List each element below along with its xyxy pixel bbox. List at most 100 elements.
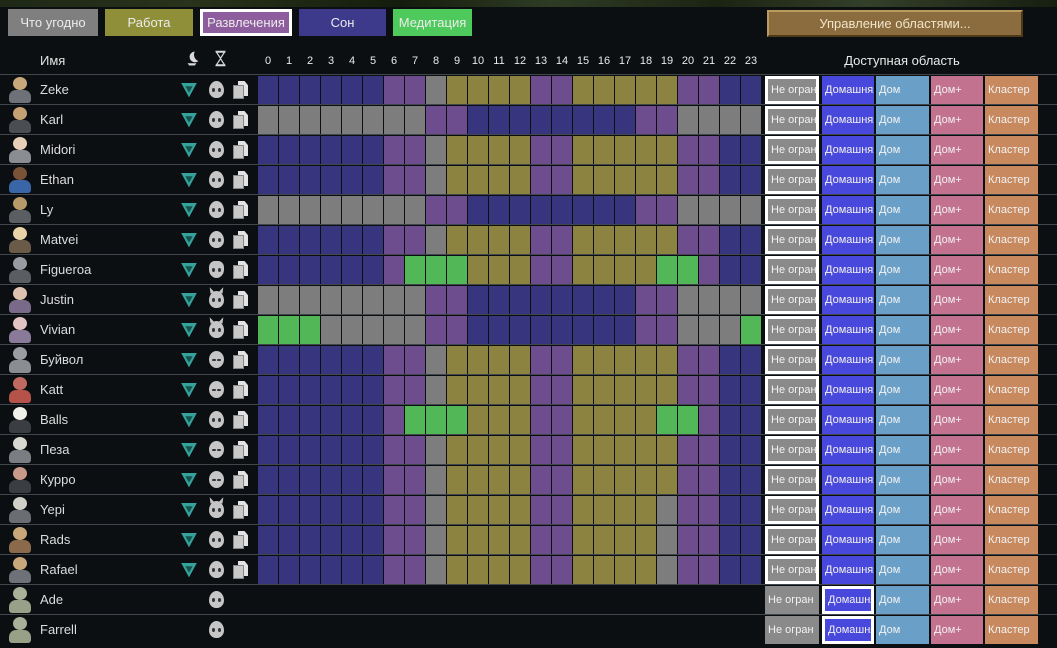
schedule-cell-19[interactable] (657, 556, 677, 584)
colonist-name[interactable]: Balls (40, 412, 68, 427)
schedule-cell-16[interactable] (594, 526, 614, 554)
schedule-cell-5[interactable] (363, 136, 383, 164)
schedule-cell-9[interactable] (447, 466, 467, 494)
schedule-cell-13[interactable] (531, 286, 551, 314)
schedule-cell-9[interactable] (447, 256, 467, 284)
schedule-cell-12[interactable] (510, 136, 530, 164)
schedule-cell-8[interactable] (426, 196, 446, 224)
schedule-cell-17[interactable] (615, 436, 635, 464)
schedule-cell-23[interactable] (741, 106, 761, 134)
schedule-cell-10[interactable] (468, 436, 488, 464)
schedule-cell-20[interactable] (678, 316, 698, 344)
schedule-cell-18[interactable] (636, 286, 656, 314)
copy-schedule-button[interactable] (233, 201, 248, 219)
schedule-cell-19[interactable] (657, 286, 677, 314)
schedule-cell-15[interactable] (573, 196, 593, 224)
schedule-cell-21[interactable] (699, 226, 719, 254)
schedule-cell-20[interactable] (678, 76, 698, 104)
schedule-cell-8[interactable] (426, 466, 446, 494)
area-button-unrestricted[interactable]: Не огран (765, 586, 819, 614)
colonist-name[interactable]: Ade (40, 592, 63, 607)
copy-schedule-button[interactable] (233, 81, 248, 99)
schedule-cell-7[interactable] (405, 136, 425, 164)
schedule-cell-8[interactable] (426, 226, 446, 254)
schedule-cell-19[interactable] (657, 496, 677, 524)
schedule-cell-12[interactable] (510, 556, 530, 584)
copy-schedule-button[interactable] (233, 411, 248, 429)
schedule-cell-14[interactable] (552, 436, 572, 464)
schedule-cell-9[interactable] (447, 526, 467, 554)
schedule-cell-14[interactable] (552, 76, 572, 104)
schedule-cell-22[interactable] (720, 436, 740, 464)
area-button-unrestricted[interactable]: Не огран (765, 286, 819, 314)
area-button-dom-plus[interactable]: Дом+ (931, 556, 983, 584)
schedule-cell-8[interactable] (426, 316, 446, 344)
schedule-cell-6[interactable] (384, 316, 404, 344)
schedule-cell-12[interactable] (510, 226, 530, 254)
schedule-cell-0[interactable] (258, 256, 278, 284)
colonist-avatar[interactable] (8, 287, 32, 313)
schedule-cell-3[interactable] (321, 196, 341, 224)
schedule-cell-21[interactable] (699, 76, 719, 104)
copy-schedule-button[interactable] (233, 561, 248, 579)
schedule-cell-3[interactable] (321, 346, 341, 374)
schedule-cell-5[interactable] (363, 466, 383, 494)
schedule-cell-21[interactable] (699, 526, 719, 554)
schedule-cell-0[interactable] (258, 436, 278, 464)
schedule-cell-2[interactable] (300, 406, 320, 434)
schedule-cell-14[interactable] (552, 316, 572, 344)
schedule-cell-11[interactable] (489, 406, 509, 434)
schedule-cell-14[interactable] (552, 496, 572, 524)
schedule-cell-10[interactable] (468, 376, 488, 404)
schedule-cell-23[interactable] (741, 526, 761, 554)
colonist-name[interactable]: Justin (40, 292, 74, 307)
schedule-cell-4[interactable] (342, 196, 362, 224)
area-button-dom[interactable]: Дом (876, 256, 929, 284)
schedule-cell-11[interactable] (489, 286, 509, 314)
schedule-cell-6[interactable] (384, 226, 404, 254)
schedule-cell-4[interactable] (342, 226, 362, 254)
colonist-avatar[interactable] (8, 107, 32, 133)
colonist-avatar[interactable] (8, 377, 32, 403)
area-button-dom[interactable]: Дом (876, 496, 929, 524)
area-button-home[interactable]: Домашняя (822, 406, 874, 434)
colonist-name[interactable]: Karl (40, 112, 63, 127)
schedule-cell-20[interactable] (678, 436, 698, 464)
schedule-cell-13[interactable] (531, 346, 551, 374)
schedule-cell-5[interactable] (363, 556, 383, 584)
colonist-name[interactable]: Katt (40, 382, 63, 397)
schedule-cell-12[interactable] (510, 436, 530, 464)
schedule-cell-7[interactable] (405, 496, 425, 524)
schedule-cell-19[interactable] (657, 196, 677, 224)
area-button-home[interactable]: Домашняя (822, 526, 874, 554)
schedule-cell-2[interactable] (300, 376, 320, 404)
schedule-cell-5[interactable] (363, 256, 383, 284)
schedule-cell-17[interactable] (615, 526, 635, 554)
schedule-cell-12[interactable] (510, 316, 530, 344)
schedule-cell-21[interactable] (699, 556, 719, 584)
schedule-cell-11[interactable] (489, 526, 509, 554)
schedule-cell-13[interactable] (531, 376, 551, 404)
area-button-dom-plus[interactable]: Дом+ (931, 106, 983, 134)
colonist-avatar[interactable] (8, 77, 32, 103)
area-button-unrestricted[interactable]: Не огран (765, 136, 819, 164)
schedule-cell-9[interactable] (447, 106, 467, 134)
area-button-dom-plus[interactable]: Дом+ (931, 166, 983, 194)
schedule-cell-20[interactable] (678, 556, 698, 584)
schedule-cell-5[interactable] (363, 226, 383, 254)
schedule-cell-0[interactable] (258, 526, 278, 554)
area-button-cluster[interactable]: Кластер (985, 316, 1038, 344)
schedule-cell-1[interactable] (279, 316, 299, 344)
schedule-cell-20[interactable] (678, 286, 698, 314)
schedule-cell-19[interactable] (657, 436, 677, 464)
schedule-cell-10[interactable] (468, 256, 488, 284)
schedule-cell-2[interactable] (300, 436, 320, 464)
area-button-dom-plus[interactable]: Дом+ (931, 406, 983, 434)
schedule-cell-4[interactable] (342, 286, 362, 314)
schedule-cell-13[interactable] (531, 406, 551, 434)
schedule-cell-7[interactable] (405, 76, 425, 104)
schedule-cell-3[interactable] (321, 166, 341, 194)
area-button-cluster[interactable]: Кластер (985, 526, 1038, 554)
schedule-cell-22[interactable] (720, 226, 740, 254)
schedule-cell-15[interactable] (573, 256, 593, 284)
